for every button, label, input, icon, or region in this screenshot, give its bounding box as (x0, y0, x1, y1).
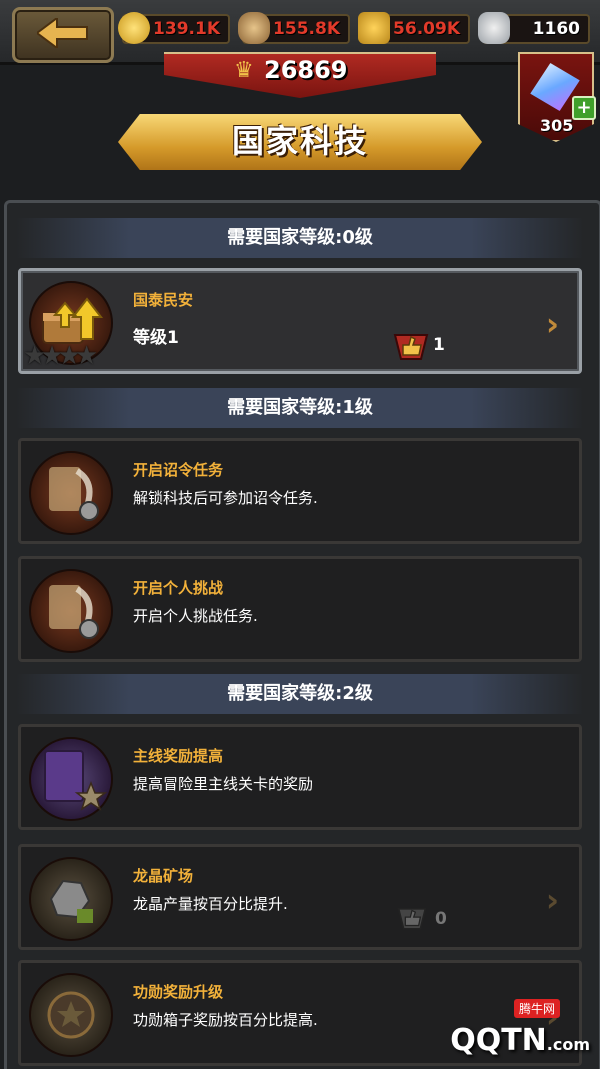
thumbs-up-icon (393, 334, 429, 360)
section-header-level-0: 需要国家等级:0级 (16, 218, 584, 258)
book-star-icon (29, 737, 113, 821)
star-rating: ★★★★ (23, 341, 98, 371)
tech-title: 国泰民安 (133, 291, 194, 309)
tech-card-personal-challenge[interactable]: 开启个人挑战 开启个人挑战任务. (18, 556, 582, 662)
tech-title: 龙晶矿场 (133, 867, 194, 885)
scroll-quill-icon (29, 451, 113, 535)
tech-title: 功勋奖励升级 (133, 983, 224, 1001)
chevron-right-icon: › (545, 881, 559, 919)
add-gems-icon[interactable]: + (572, 96, 596, 120)
food-value: 56.09K (393, 19, 460, 39)
wood-value: 155.8K (273, 19, 340, 39)
power-value: 26869 (264, 56, 348, 84)
tech-description: 功勋箱子奖励按百分比提高. (133, 1011, 318, 1029)
watermark-logo: QQTN.com (450, 1023, 590, 1058)
tech-description: 解锁科技后可参加诏令任务. (133, 489, 318, 507)
back-button[interactable] (12, 7, 114, 63)
scroll-quill-icon (29, 569, 113, 653)
gem-count: 305 (540, 116, 574, 135)
phoenix-emblem-icon: ♛ (234, 58, 254, 83)
like-count: 1 (433, 335, 445, 355)
tech-card-zhaoling[interactable]: 开启诏令任务 解锁科技后可参加诏令任务. (18, 438, 582, 544)
tech-description: 开启个人挑战任务. (133, 607, 258, 625)
stone-icon (478, 12, 510, 44)
back-arrow-icon (37, 18, 88, 48)
chevron-right-icon: › (545, 305, 559, 343)
tech-title: 开启个人挑战 (133, 579, 224, 597)
tech-card-main-reward[interactable]: 主线奖励提高 提高冒险里主线关卡的奖励 (18, 724, 582, 830)
watermark-suffix: .com (546, 1035, 590, 1054)
section-header-level-2: 需要国家等级:2级 (16, 674, 584, 714)
like-counter[interactable]: 1 (393, 331, 445, 365)
like-counter[interactable]: 0 (397, 905, 447, 935)
tech-card-dragon-crystal[interactable]: 龙晶矿场 龙晶产量按百分比提升. 0 › (18, 844, 582, 950)
tech-description: 提高冒险里主线关卡的奖励 (133, 775, 314, 793)
dragon-crystal-ore-icon (29, 857, 113, 941)
tech-title: 开启诏令任务 (133, 461, 224, 479)
watermark-brand: QQTN (450, 1023, 547, 1058)
tech-card-guotaiminan[interactable]: ★★★★ 国泰民安 等级1 1 › (18, 268, 582, 374)
star-icon: ★ (74, 341, 99, 371)
stone-resource[interactable]: 1160 (478, 12, 590, 44)
tech-level: 等级1 (133, 328, 179, 348)
wood-resource[interactable]: 155.8K (238, 12, 350, 44)
gold-value: 139.1K (153, 19, 220, 39)
tech-title: 主线奖励提高 (133, 747, 224, 765)
wood-log-icon (238, 12, 270, 44)
gold-coin-icon (118, 12, 150, 44)
tech-description: 龙晶产量按百分比提升. (133, 895, 288, 913)
watermark-tag: 腾牛网 (513, 999, 560, 1018)
gold-resource[interactable]: 139.1K (118, 12, 230, 44)
page-title: 国家科技 (231, 122, 368, 160)
stone-value: 1160 (532, 19, 580, 39)
thumbs-up-icon (397, 908, 427, 930)
wheat-icon (358, 12, 390, 44)
like-count: 0 (435, 909, 447, 929)
section-header-level-1: 需要国家等级:1级 (16, 388, 584, 428)
food-resource[interactable]: 56.09K (358, 12, 470, 44)
merit-medal-icon (29, 973, 113, 1057)
